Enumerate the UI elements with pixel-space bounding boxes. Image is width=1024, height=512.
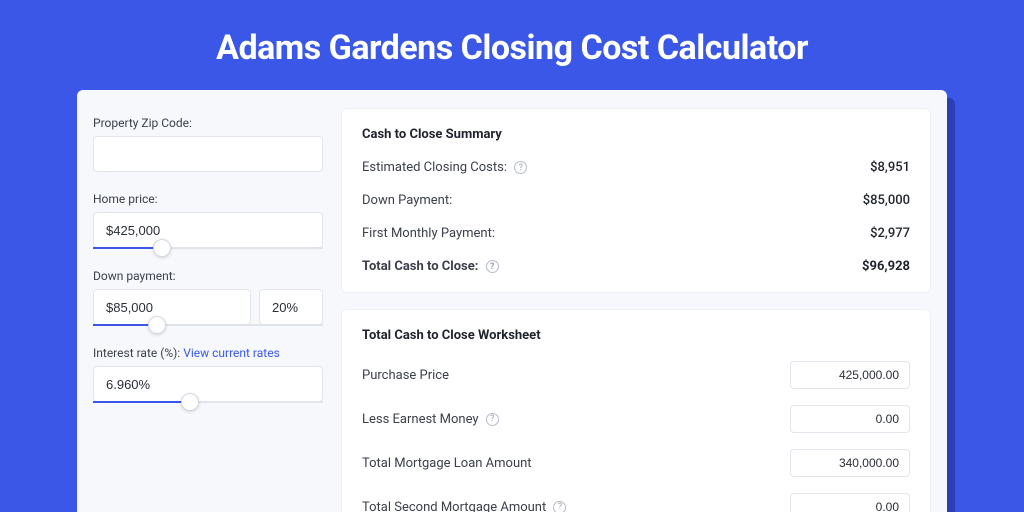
view-rates-link[interactable]: View current rates — [183, 346, 280, 360]
summary-heading: Cash to Close Summary — [362, 127, 910, 142]
summary-row: Down Payment: $85,000 — [362, 193, 910, 208]
home-price-input[interactable] — [93, 212, 323, 248]
worksheet-panel: Total Cash to Close Worksheet Purchase P… — [341, 309, 931, 512]
zip-input[interactable] — [93, 136, 323, 172]
purchase-price-input[interactable] — [790, 361, 910, 389]
row-value: $85,000 — [863, 193, 910, 208]
row-value: $8,951 — [870, 160, 910, 175]
worksheet-row: Total Mortgage Loan Amount — [362, 449, 910, 477]
row-label: Total Second Mortgage Amount ? — [362, 500, 566, 512]
interest-rate-slider[interactable] — [93, 401, 323, 403]
summary-row: First Monthly Payment: $2,977 — [362, 226, 910, 241]
help-icon[interactable]: ? — [553, 501, 566, 512]
home-price-field: Home price: — [93, 192, 323, 249]
help-icon[interactable]: ? — [486, 260, 499, 273]
row-label-text: Estimated Closing Costs: — [362, 160, 507, 175]
rate-label-text: Interest rate (%): — [93, 346, 180, 360]
row-value: $96,928 — [862, 259, 910, 274]
worksheet-row: Total Second Mortgage Amount ? — [362, 493, 910, 512]
calculator-card: Property Zip Code: Home price: Down paym… — [77, 90, 947, 512]
results-column: Cash to Close Summary Estimated Closing … — [341, 108, 931, 512]
row-label-text: Total Cash to Close: — [362, 259, 478, 274]
slider-fill — [93, 401, 190, 403]
zip-field: Property Zip Code: — [93, 116, 323, 172]
row-value: $2,977 — [870, 226, 910, 241]
down-payment-input[interactable] — [93, 289, 251, 325]
row-label: First Monthly Payment: — [362, 226, 495, 241]
help-icon[interactable]: ? — [486, 413, 499, 426]
row-label: Total Cash to Close: ? — [362, 259, 499, 274]
home-price-slider[interactable] — [93, 247, 323, 249]
calculator-card-wrap: Property Zip Code: Home price: Down paym… — [77, 90, 947, 512]
slider-fill — [93, 247, 162, 249]
down-payment-field: Down payment: — [93, 269, 323, 326]
interest-rate-field: Interest rate (%): View current rates — [93, 346, 323, 403]
interest-rate-label: Interest rate (%): View current rates — [93, 346, 323, 360]
slider-thumb[interactable] — [153, 239, 171, 257]
summary-row: Estimated Closing Costs: ? $8,951 — [362, 160, 910, 175]
row-label: Total Mortgage Loan Amount — [362, 456, 532, 471]
row-label-text: Total Second Mortgage Amount — [362, 500, 546, 512]
inputs-column: Property Zip Code: Home price: Down paym… — [93, 108, 323, 512]
row-label-text: Less Earnest Money — [362, 412, 479, 427]
worksheet-heading: Total Cash to Close Worksheet — [362, 328, 910, 343]
row-label: Down Payment: — [362, 193, 452, 208]
worksheet-row: Less Earnest Money ? — [362, 405, 910, 433]
home-price-label: Home price: — [93, 192, 323, 206]
summary-total-row: Total Cash to Close: ? $96,928 — [362, 259, 910, 274]
row-label: Estimated Closing Costs: ? — [362, 160, 527, 175]
mortgage-amount-input[interactable] — [790, 449, 910, 477]
zip-label: Property Zip Code: — [93, 116, 323, 130]
summary-panel: Cash to Close Summary Estimated Closing … — [341, 108, 931, 293]
down-payment-pct-input[interactable] — [259, 289, 323, 325]
slider-thumb[interactable] — [181, 393, 199, 411]
interest-rate-input[interactable] — [93, 366, 323, 402]
worksheet-row: Purchase Price — [362, 361, 910, 389]
page-title: Adams Gardens Closing Cost Calculator — [0, 0, 1024, 90]
earnest-money-input[interactable] — [790, 405, 910, 433]
help-icon[interactable]: ? — [514, 161, 527, 174]
second-mortgage-input[interactable] — [790, 493, 910, 512]
slider-thumb[interactable] — [148, 316, 166, 334]
row-label: Purchase Price — [362, 368, 449, 383]
row-label: Less Earnest Money ? — [362, 412, 499, 427]
down-payment-slider[interactable] — [93, 324, 323, 326]
down-payment-label: Down payment: — [93, 269, 323, 283]
